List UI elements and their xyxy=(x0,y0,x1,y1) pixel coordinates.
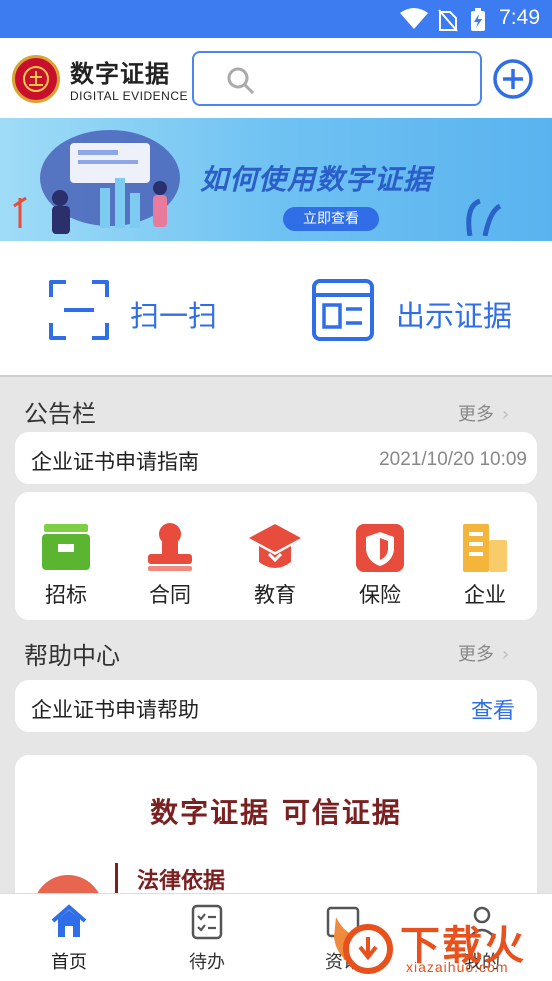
nav-todo-label: 待办 xyxy=(189,952,225,973)
battery-charging-icon xyxy=(471,8,485,31)
wifi-icon xyxy=(400,8,428,29)
show-evidence-label: 出示证据 xyxy=(396,299,513,333)
help-more-label: 更多 xyxy=(458,644,494,665)
show-evidence-button[interactable]: 出示证据 xyxy=(312,279,532,341)
id-card-icon xyxy=(312,279,374,341)
category-enterprise[interactable]: 企业 xyxy=(450,520,520,609)
category-label: 保险 xyxy=(359,583,401,607)
category-label: 合同 xyxy=(149,583,191,607)
category-education[interactable]: 教育 xyxy=(240,520,310,609)
category-bidding[interactable]: 招标 xyxy=(31,520,101,609)
app-subtitle: DIGITAL EVIDENCE xyxy=(70,89,189,103)
clock: 7:49 xyxy=(499,6,540,29)
plant-decoration-icon xyxy=(466,198,502,236)
no-sim-icon xyxy=(438,9,458,32)
quick-actions: 扫一扫 出示证据 xyxy=(0,241,552,377)
help-item[interactable]: 企业证书申请帮助 查看 xyxy=(15,680,537,732)
category-label: 教育 xyxy=(254,583,296,607)
notice-item[interactable]: 企业证书申请指南 2021/10/20 10:09 xyxy=(15,432,537,484)
banner-title: 如何使用数字证据 xyxy=(200,163,433,196)
fire-logo-icon xyxy=(334,917,393,974)
help-more-link[interactable]: 更多 › xyxy=(458,640,509,666)
notice-section-title: 公告栏 xyxy=(24,400,96,428)
scan-icon xyxy=(49,280,109,340)
promo-slogan: 数字证据 可信证据 xyxy=(150,796,402,829)
scan-action-button[interactable]: 扫一扫 xyxy=(48,279,248,341)
nav-home-label: 首页 xyxy=(51,952,87,973)
legal-basis-heading: 法律依据 xyxy=(137,869,226,894)
help-view-button[interactable]: 查看 xyxy=(471,693,515,725)
app-header: 数字证据 DIGITAL EVIDENCE xyxy=(0,38,552,118)
help-item-title: 企业证书申请帮助 xyxy=(31,698,199,722)
graduation-cap-icon xyxy=(247,520,303,576)
promo-banner[interactable]: 如何使用数字证据 立即查看 xyxy=(0,118,552,241)
category-label: 招标 xyxy=(45,583,87,607)
shield-icon xyxy=(352,520,408,576)
banner-cta-button[interactable]: 立即查看 xyxy=(283,207,379,231)
search-icon xyxy=(227,67,255,95)
court-emblem-logo xyxy=(12,55,60,103)
scan-label: 扫一扫 xyxy=(130,299,218,333)
notice-more-link[interactable]: 更多 › xyxy=(458,400,509,426)
app-title: 数字证据 xyxy=(70,60,170,88)
add-circle-button[interactable] xyxy=(492,58,534,100)
banner-illustration xyxy=(13,130,180,234)
status-bar: 7:49 xyxy=(0,0,552,38)
seal-stamp-icon xyxy=(142,520,198,576)
notice-item-title: 企业证书申请指南 xyxy=(31,450,199,474)
nav-home[interactable]: 首页 xyxy=(29,904,109,974)
search-input[interactable] xyxy=(192,51,482,106)
notice-more-label: 更多 xyxy=(458,404,494,425)
checklist-icon xyxy=(191,904,223,940)
category-label: 企业 xyxy=(464,583,506,607)
help-section-title: 帮助中心 xyxy=(24,642,120,670)
notice-item-date: 2021/10/20 10:09 xyxy=(379,449,527,470)
nav-todo[interactable]: 待办 xyxy=(167,904,247,974)
archive-box-icon xyxy=(38,520,94,576)
watermark-url: xiazaihuo.com xyxy=(406,959,509,975)
category-insurance[interactable]: 保险 xyxy=(345,520,415,609)
chevron-right-icon: › xyxy=(502,404,510,425)
home-icon xyxy=(51,904,87,937)
trust-promo-card: 数字证据 可信证据 法律依据 xyxy=(15,755,537,915)
chevron-right-icon: › xyxy=(502,644,510,665)
site-watermark: 下载火 xiazaihuo.com xyxy=(326,905,552,981)
category-grid: 招标 合同 教育 保险 企业 xyxy=(15,492,537,620)
category-contract[interactable]: 合同 xyxy=(135,520,205,609)
building-icon xyxy=(457,520,513,576)
